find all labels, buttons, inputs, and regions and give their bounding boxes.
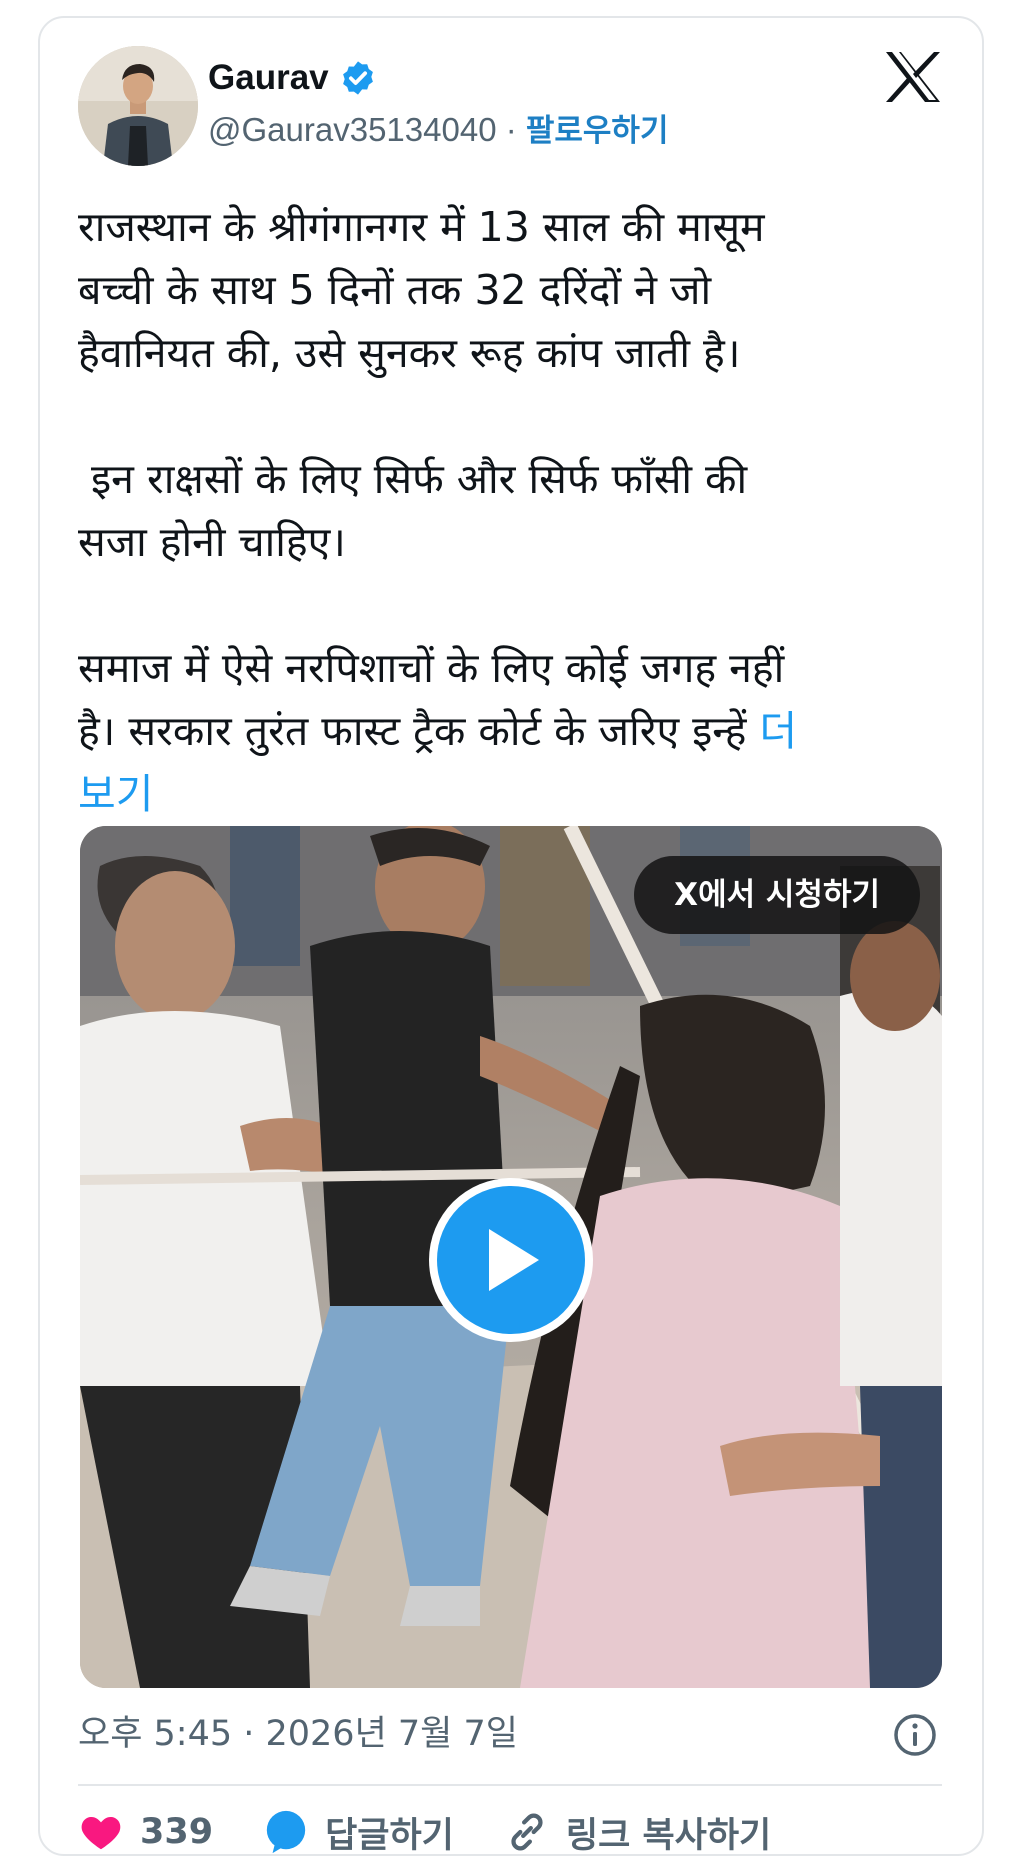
copy-link-button[interactable]: 링크 복사하기 (504, 1807, 771, 1858)
handle-separator: · (496, 111, 526, 148)
action-bar: 339 답글하기 링크 복사하기 (78, 1808, 942, 1856)
display-name[interactable]: Gaurav (208, 58, 377, 98)
follow-link[interactable]: 팔로우하기 (526, 113, 669, 149)
tweet-text: राजस्थान के श्रीगंगानगर में 13 साल की मा… (78, 196, 938, 826)
divider (78, 1784, 942, 1786)
display-name-text: Gaurav (208, 58, 329, 97)
reply-label: 답글하기 (325, 1815, 454, 1856)
play-button[interactable] (429, 1178, 593, 1342)
author-handle[interactable]: @Gaurav35134040 (208, 111, 497, 148)
copy-link-label: 링크 복사하기 (565, 1815, 772, 1856)
x-logo-icon[interactable] (884, 50, 942, 104)
tweet-body: राजस्थान के श्रीगंगानगर में 13 साल की मा… (78, 203, 785, 755)
avatar-image (78, 46, 198, 166)
heart-icon (81, 1817, 121, 1850)
reply-bubble-icon (266, 1810, 306, 1854)
handle-row: @Gaurav35134040 · 팔로우하기 (208, 110, 668, 151)
play-button-inner (437, 1186, 585, 1334)
watch-on-x-button[interactable]: X에서 시청하기 (634, 856, 920, 934)
avatar[interactable] (78, 46, 198, 166)
tweet-timestamp[interactable]: 오후 5:45 · 2026년 7월 7일 (78, 1712, 518, 1756)
reply-button[interactable]: 답글하기 (263, 1807, 454, 1858)
link-icon (511, 1813, 543, 1851)
info-icon[interactable] (892, 1712, 938, 1758)
verified-badge-icon (342, 61, 373, 95)
video-media[interactable]: X에서 시청하기 (80, 826, 942, 1688)
play-icon (489, 1229, 539, 1291)
like-button[interactable]: 339 (78, 1809, 213, 1855)
like-count: 339 (140, 1812, 214, 1852)
